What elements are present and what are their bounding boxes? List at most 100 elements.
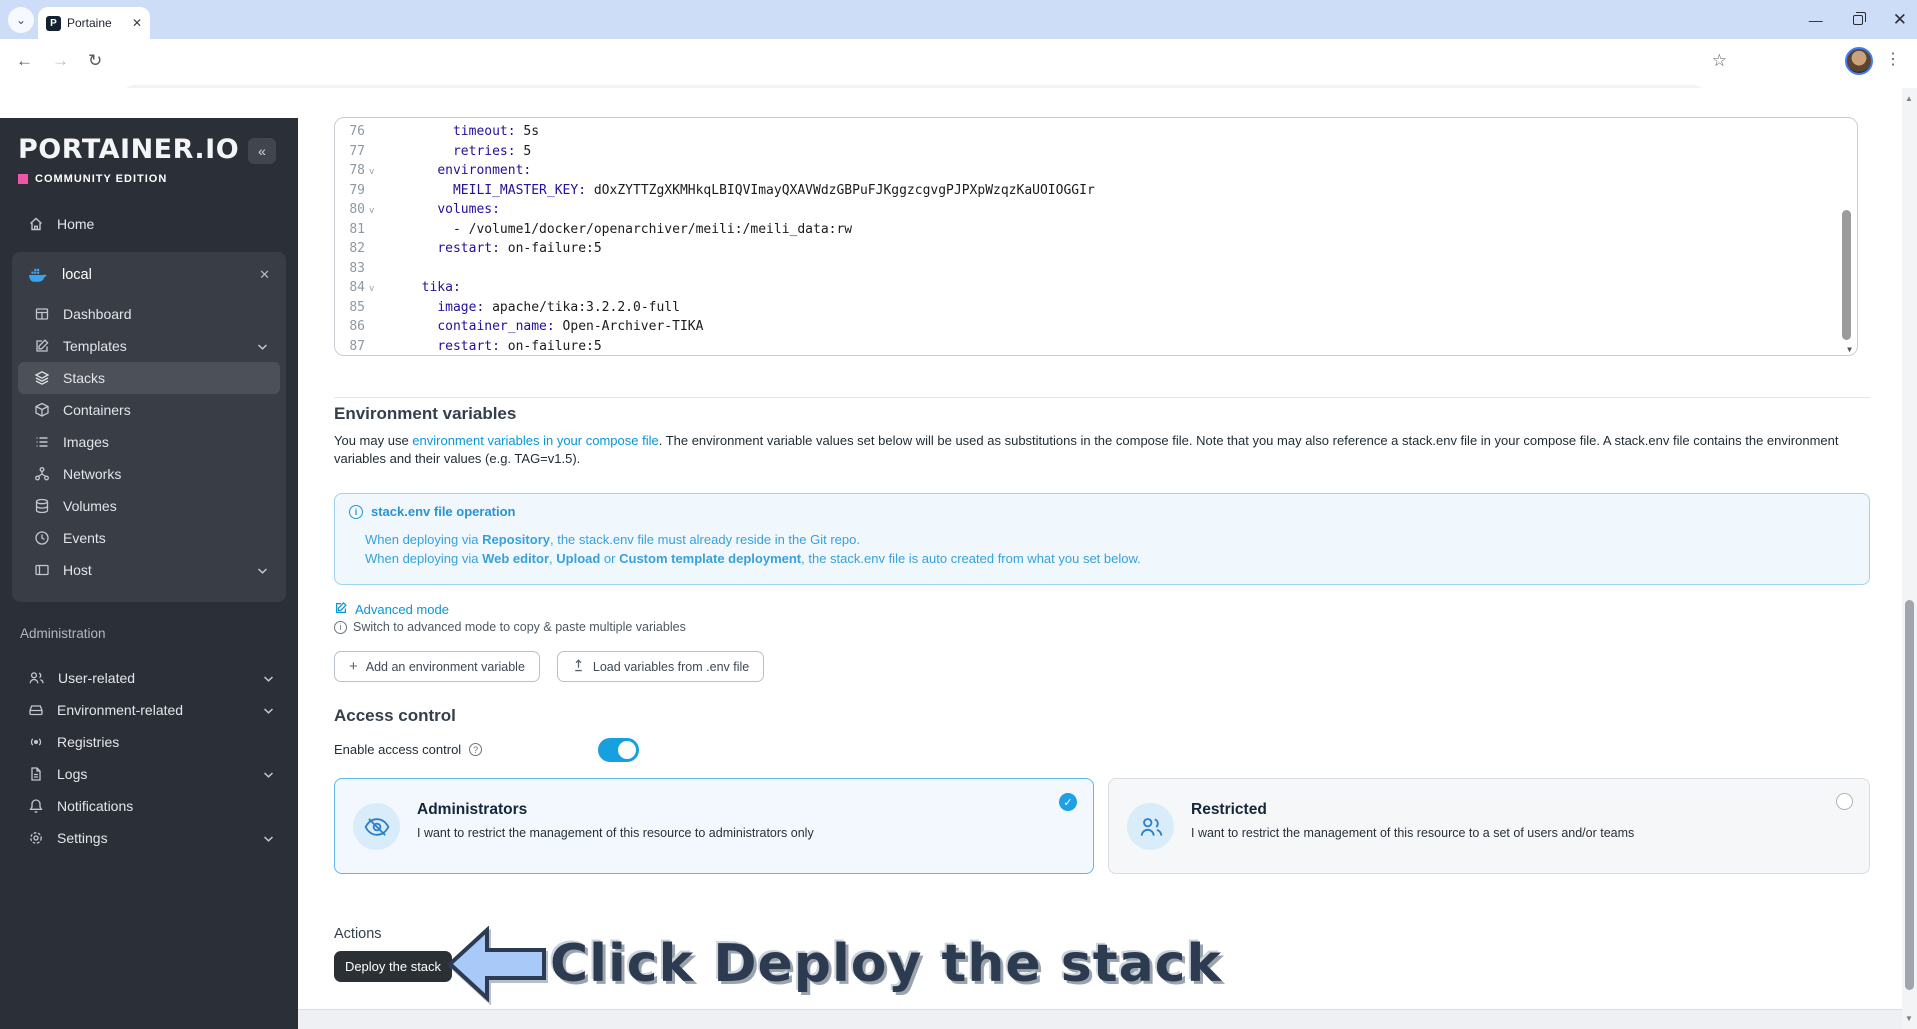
sidebar-item-events[interactable]: Events bbox=[18, 522, 280, 554]
editor-line: 87 restart: on-failure:5 bbox=[335, 337, 1857, 357]
browser-toolbar: ← → ↻ ⚠ Not secure 192.168.1.18:9000/#!/… bbox=[0, 39, 1917, 88]
browser-tab[interactable]: P Portaine ✕ bbox=[38, 7, 150, 39]
editor-scrollbar-thumb[interactable] bbox=[1842, 210, 1851, 340]
advanced-mode-link[interactable]: Advanced mode bbox=[334, 601, 449, 618]
scroll-up-icon[interactable]: ▲ bbox=[1905, 94, 1913, 103]
sidebar-item-registries[interactable]: Registries bbox=[0, 726, 298, 758]
annotation-text: Click Deploy the stack bbox=[550, 934, 1222, 994]
hard-drive-icon bbox=[28, 702, 44, 718]
sidebar-item-templates[interactable]: Templates bbox=[18, 330, 280, 362]
access-control-toggle[interactable] bbox=[598, 738, 639, 762]
page-scrollbar[interactable]: ▲ ▼ bbox=[1902, 88, 1917, 1029]
editor-line: 79 MEILI_MASTER_KEY: dOxZYTTZgXKMHkqLBIQ… bbox=[335, 181, 1857, 201]
broadcast-icon bbox=[28, 734, 44, 750]
info-icon: i bbox=[349, 505, 363, 519]
editor-line: 81 - /volume1/docker/openarchiver/meili:… bbox=[335, 220, 1857, 240]
sidebar-item-stacks[interactable]: Stacks bbox=[18, 362, 280, 394]
restricted-radio[interactable] bbox=[1836, 793, 1853, 810]
back-icon[interactable]: ← bbox=[16, 51, 33, 71]
administrators-option-card[interactable]: Administrators I want to restrict the ma… bbox=[334, 778, 1094, 874]
add-environment-variable-button[interactable]: + Add an environment variable bbox=[334, 651, 540, 682]
profile-avatar[interactable] bbox=[1845, 47, 1873, 75]
environment-header[interactable]: local ✕ bbox=[12, 252, 286, 298]
bookmark-star-icon[interactable]: ☆ bbox=[1712, 51, 1727, 71]
networks-icon bbox=[34, 466, 50, 482]
sidebar-item-home[interactable]: Home bbox=[0, 208, 298, 240]
gear-icon bbox=[28, 830, 44, 846]
bell-icon bbox=[28, 798, 44, 814]
environment-name: local bbox=[62, 267, 92, 283]
containers-icon bbox=[34, 402, 50, 418]
check-icon[interactable]: ✓ bbox=[1059, 793, 1077, 811]
deploy-stack-button[interactable]: Deploy the stack bbox=[334, 951, 452, 982]
enable-access-control-label: Enable access control ? bbox=[334, 742, 482, 757]
chevron-down-icon bbox=[257, 562, 268, 578]
sidebar-item-environment-related[interactable]: Environment-related bbox=[0, 694, 298, 726]
window-close-button[interactable]: ✕ bbox=[1893, 10, 1907, 30]
compose-env-vars-link[interactable]: environment variables in your compose fi… bbox=[412, 433, 658, 448]
sidebar-item-settings[interactable]: Settings bbox=[0, 822, 298, 854]
chevron-down-icon bbox=[263, 670, 274, 686]
sidebar-item-volumes[interactable]: Volumes bbox=[18, 490, 280, 522]
browser-menu-icon[interactable]: ⋮ bbox=[1885, 49, 1901, 69]
infobox-line-2: When deploying via Web editor, Upload or… bbox=[365, 551, 1141, 566]
portainer-favicon-icon: P bbox=[46, 16, 61, 31]
tab-close-icon[interactable]: ✕ bbox=[132, 16, 142, 30]
events-icon bbox=[34, 530, 50, 546]
sidebar-item-dashboard[interactable]: Dashboard bbox=[18, 298, 280, 330]
chevron-down-icon bbox=[257, 338, 268, 354]
chevron-down-icon bbox=[263, 766, 274, 782]
load-variables-button[interactable]: Load variables from .env file bbox=[557, 651, 764, 682]
access-control-heading: Access control bbox=[334, 706, 456, 726]
main-content: 76 timeout: 5s 77 retries: 5 78v environ… bbox=[298, 88, 1902, 1029]
window-restore-button[interactable] bbox=[1853, 15, 1863, 25]
window-minimize-button[interactable]: — bbox=[1809, 12, 1823, 28]
plus-icon: + bbox=[349, 658, 358, 675]
page-scrollbar-thumb[interactable] bbox=[1905, 600, 1914, 990]
editor-line: 83 bbox=[335, 259, 1857, 279]
file-text-icon bbox=[28, 766, 44, 782]
sidebar-item-notifications[interactable]: Notifications bbox=[0, 790, 298, 822]
scroll-down-icon[interactable]: ▼ bbox=[1905, 1014, 1913, 1023]
environment-close-icon[interactable]: ✕ bbox=[259, 267, 270, 283]
volumes-icon bbox=[34, 498, 50, 514]
editor-line: 84v tika: bbox=[335, 278, 1857, 298]
sidebar-item-user-related[interactable]: User-related bbox=[0, 662, 298, 694]
advanced-mode-hint: i Switch to advanced mode to copy & past… bbox=[334, 620, 686, 634]
sidebar-item-host[interactable]: Host bbox=[18, 554, 280, 586]
editor-line: 82 restart: on-failure:5 bbox=[335, 239, 1857, 259]
editor-scroll-down-icon[interactable]: ▼ bbox=[1847, 345, 1852, 354]
portainer-page: PORTAINER.IO « COMMUNITY EDITION Home lo… bbox=[0, 88, 1917, 1029]
portainer-logo: PORTAINER.IO bbox=[18, 134, 239, 165]
reload-icon[interactable]: ↻ bbox=[88, 51, 102, 71]
docker-whale-icon bbox=[28, 267, 48, 283]
sidebar-item-logs[interactable]: Logs bbox=[0, 758, 298, 790]
stack-env-infobox: i stack.env file operation When deployin… bbox=[334, 493, 1870, 585]
chevron-down-icon bbox=[263, 702, 274, 718]
infobox-title: i stack.env file operation bbox=[349, 504, 516, 519]
images-icon bbox=[34, 434, 50, 450]
administrators-description: I want to restrict the management of thi… bbox=[417, 826, 814, 840]
tab-search-button[interactable]: ⌄ bbox=[8, 7, 34, 33]
sidebar-collapse-button[interactable]: « bbox=[248, 138, 276, 164]
sidebar-item-containers[interactable]: Containers bbox=[18, 394, 280, 426]
help-icon[interactable]: ? bbox=[469, 743, 482, 756]
section-divider bbox=[334, 397, 1870, 398]
editor-line: 85 image: apache/tika:3.2.2.0-full bbox=[335, 298, 1857, 318]
restricted-title: Restricted bbox=[1191, 801, 1267, 819]
sidebar-item-images[interactable]: Images bbox=[18, 426, 280, 458]
sidebar: PORTAINER.IO « COMMUNITY EDITION Home lo… bbox=[0, 118, 298, 1029]
pencil-icon bbox=[334, 601, 348, 618]
administrators-title: Administrators bbox=[417, 801, 527, 819]
restricted-option-card[interactable]: Restricted I want to restrict the manage… bbox=[1108, 778, 1870, 874]
sidebar-item-networks[interactable]: Networks bbox=[18, 458, 280, 490]
editor-line: 76 timeout: 5s bbox=[335, 122, 1857, 142]
dashboard-icon bbox=[34, 306, 50, 322]
home-icon bbox=[28, 216, 44, 232]
templates-icon bbox=[34, 338, 50, 354]
stacks-icon bbox=[34, 370, 50, 386]
forward-icon[interactable]: → bbox=[52, 51, 69, 71]
compose-editor[interactable]: 76 timeout: 5s 77 retries: 5 78v environ… bbox=[334, 117, 1858, 356]
eye-off-icon bbox=[353, 803, 400, 850]
users-icon bbox=[1127, 803, 1174, 850]
